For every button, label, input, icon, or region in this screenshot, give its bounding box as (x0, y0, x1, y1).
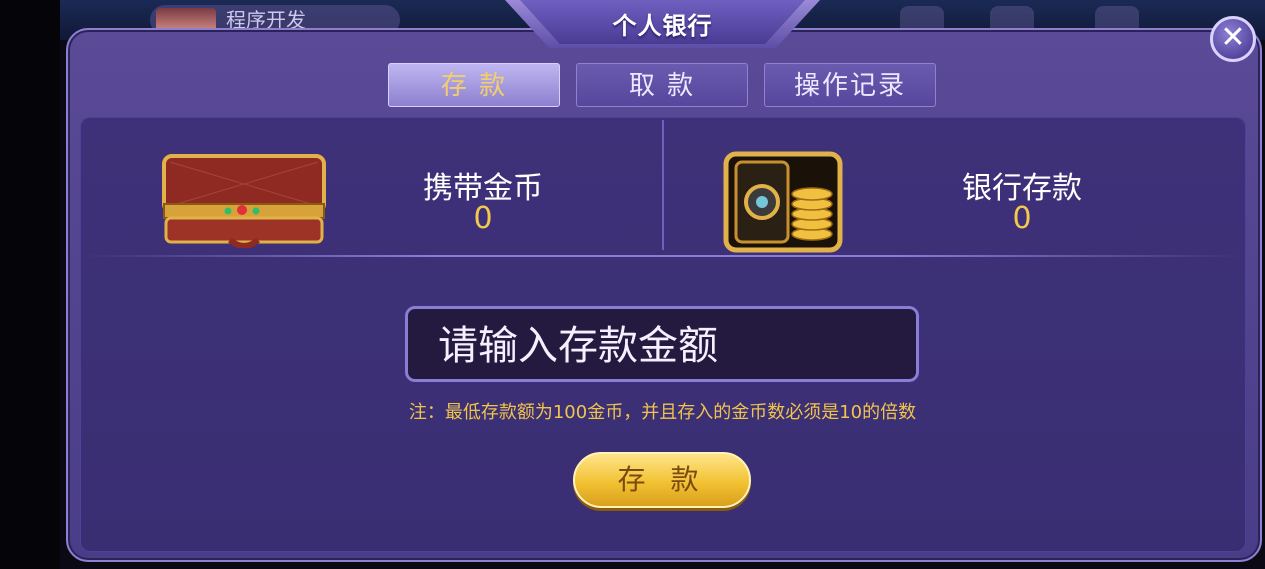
tab-history[interactable]: 操作记录 (764, 63, 936, 107)
deposit-button[interactable]: 存 款 (573, 452, 751, 508)
dialog-title: 个人银行 (612, 12, 713, 40)
horizontal-divider (82, 255, 1244, 257)
deposit-amount-field[interactable] (405, 306, 919, 382)
vertical-divider (662, 120, 664, 250)
tab-deposit[interactable]: 存 款 (388, 63, 560, 107)
deposit-note: 注：最低存款额为100金币，并且存入的金币数必须是10的倍数 (408, 402, 917, 423)
bank-balance-value: 0 (1012, 201, 1032, 236)
tab-withdraw[interactable]: 取 款 (576, 63, 748, 107)
safe-icon (723, 151, 843, 253)
wallet-value: 0 (473, 201, 493, 236)
close-button[interactable]: ✕ (1210, 16, 1256, 62)
background-edge (0, 0, 60, 569)
briefcase-icon (162, 154, 326, 248)
deposit-amount-input[interactable] (436, 317, 900, 375)
